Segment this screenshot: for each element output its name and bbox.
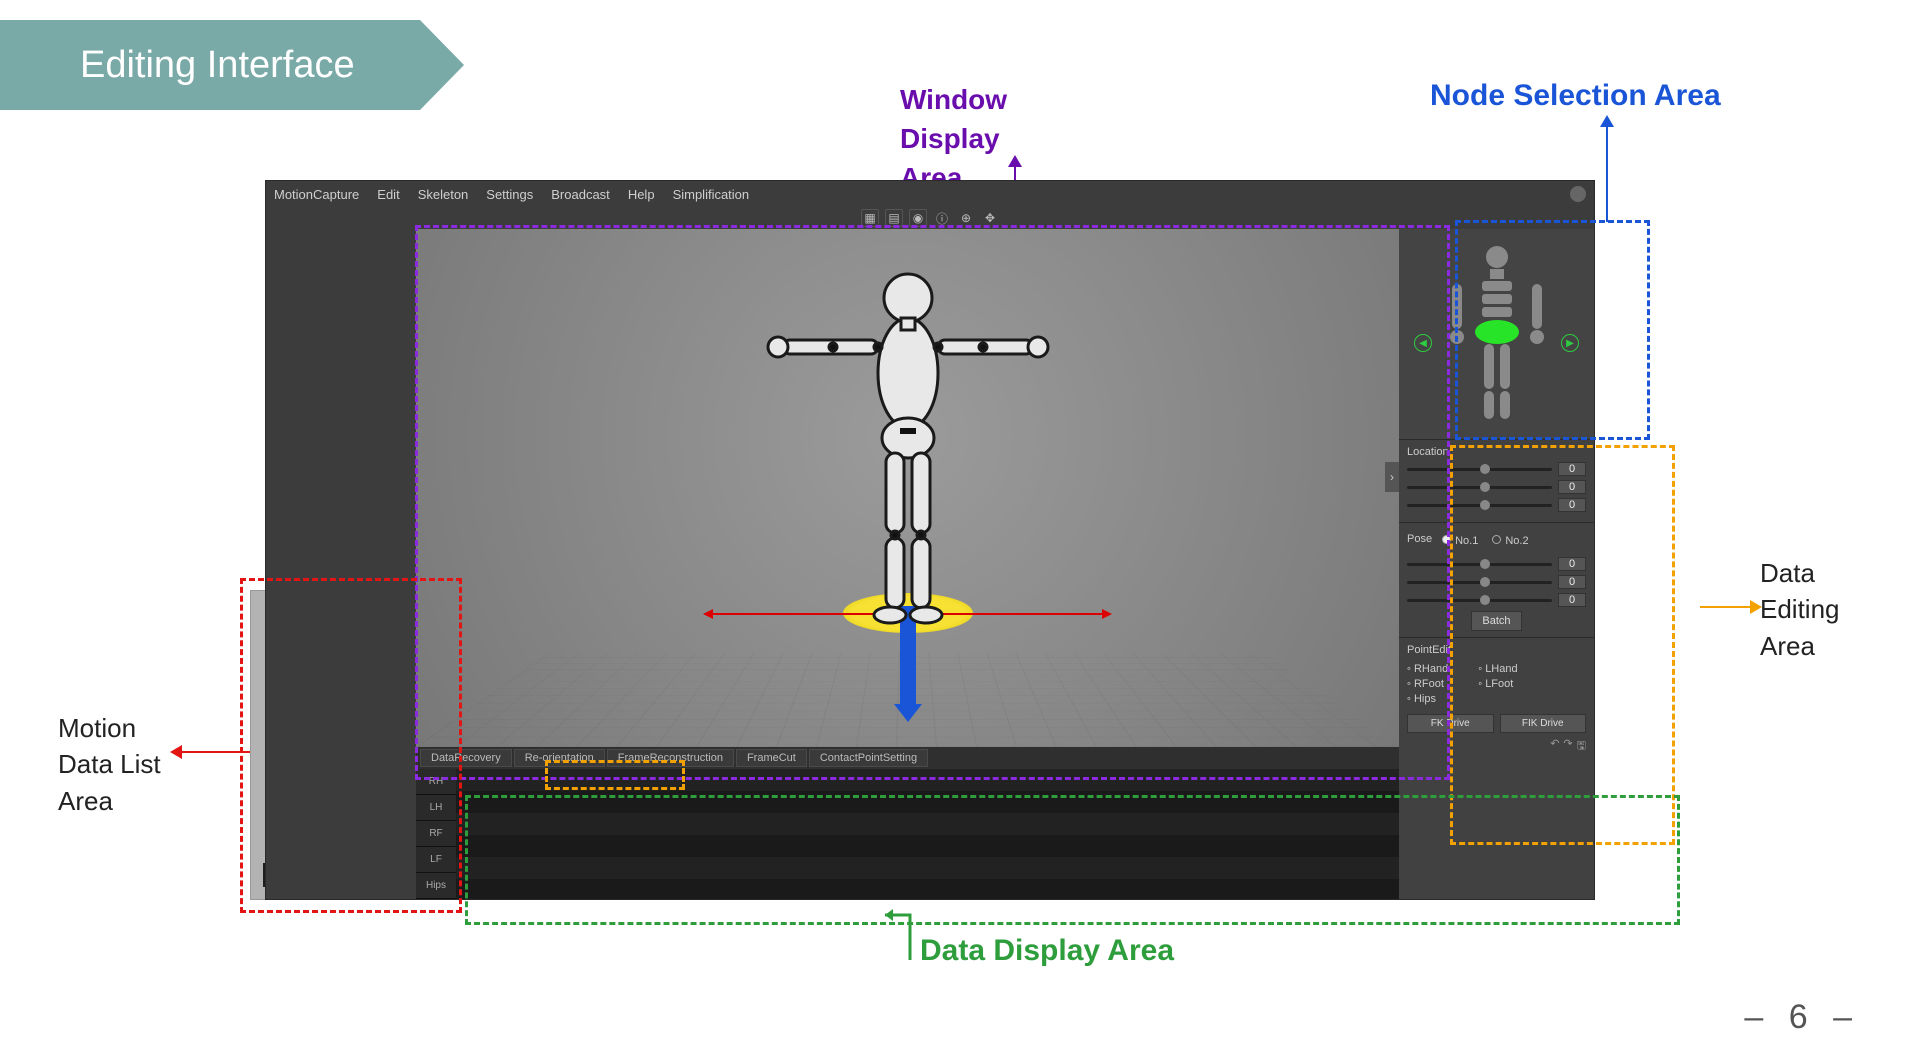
user-avatar-icon[interactable] bbox=[1570, 186, 1586, 202]
point-rfoot[interactable]: RFoot bbox=[1407, 678, 1448, 690]
menu-motioncapture[interactable]: MotionCapture bbox=[274, 187, 359, 202]
slide-title-banner: Editing Interface bbox=[0, 20, 420, 110]
node-selector[interactable]: ◀ ▶ bbox=[1399, 229, 1594, 439]
rotate-left-icon[interactable]: ◀ bbox=[1414, 334, 1432, 352]
menu-help[interactable]: Help bbox=[628, 187, 655, 202]
tab-framereconstruction[interactable]: FrameReconstruction bbox=[607, 749, 734, 767]
tab-framecut[interactable]: FrameCut bbox=[736, 749, 807, 767]
location-z-slider[interactable]: 0 bbox=[1407, 498, 1586, 512]
row-lf: LF bbox=[416, 847, 456, 873]
menu-simplification[interactable]: Simplification bbox=[673, 187, 750, 202]
fk-drive-button[interactable]: FK Drive bbox=[1407, 714, 1494, 733]
menu-settings[interactable]: Settings bbox=[486, 187, 533, 202]
slide-title: Editing Interface bbox=[80, 44, 355, 87]
callout-motion-data-list: Motion Data List Area bbox=[58, 710, 161, 819]
arrow-up-blue bbox=[1600, 115, 1614, 222]
menubar: MotionCapture Edit Skeleton Settings Bro… bbox=[266, 181, 1594, 207]
callout-data-display: Data Display Area bbox=[920, 930, 1174, 972]
target-icon[interactable]: ⊕ bbox=[957, 209, 975, 227]
row-rh: RH bbox=[416, 769, 456, 795]
undo-icon[interactable]: ↶ bbox=[1550, 737, 1559, 756]
rotate-right-icon[interactable]: ▶ bbox=[1561, 334, 1579, 352]
menu-edit[interactable]: Edit bbox=[377, 187, 399, 202]
panel-collapse-handle[interactable]: › bbox=[1385, 462, 1399, 492]
mannequin-tpose bbox=[728, 253, 1088, 633]
viewport-3d[interactable]: › bbox=[416, 229, 1399, 747]
viewport-toolbar: ▦ ▤ ◉ ⓘ ⊕ ✥ bbox=[266, 207, 1594, 229]
pose-z-slider[interactable]: 0 bbox=[1407, 593, 1586, 607]
row-lh: LH bbox=[416, 795, 456, 821]
left-column bbox=[266, 229, 416, 899]
menu-broadcast[interactable]: Broadcast bbox=[551, 187, 610, 202]
arrow-green-elbow bbox=[885, 905, 935, 970]
grid-icon[interactable]: ▦ bbox=[861, 209, 879, 227]
page-number: – 6 – bbox=[1744, 998, 1860, 1037]
right-panel: ◀ ▶ bbox=[1399, 229, 1594, 899]
panel-pointedit: PointEdit RHand RFoot Hips LHand LFoot F… bbox=[1399, 637, 1594, 762]
arrow-left-red bbox=[170, 745, 252, 759]
timeline-row-labels: RH LH RF LF Hips bbox=[416, 769, 456, 899]
layers-icon[interactable]: ▤ bbox=[885, 209, 903, 227]
timeline-tracks[interactable] bbox=[456, 769, 1399, 899]
fik-drive-button[interactable]: FIK Drive bbox=[1500, 714, 1587, 733]
pose-title: Pose bbox=[1407, 533, 1432, 545]
callout-node-selection: Node Selection Area bbox=[1430, 75, 1721, 117]
tab-datarecovery[interactable]: DataRecovery bbox=[420, 749, 512, 767]
timeline[interactable]: 120 120fps 1x ∞ ✂ ⏮ ◀◀ ◀ ▶ ▶▶ ⏭ RH LH RF… bbox=[416, 769, 1399, 899]
callout-data-editing: Data Editing Area bbox=[1760, 555, 1840, 664]
info-icon[interactable]: ⓘ bbox=[933, 209, 951, 227]
pose-radio-2[interactable]: No.2 bbox=[1492, 535, 1528, 547]
pointedit-title: PointEdit bbox=[1407, 644, 1586, 656]
pose-x-slider[interactable]: 0 bbox=[1407, 557, 1586, 571]
point-hips[interactable]: Hips bbox=[1407, 693, 1448, 705]
row-hips: Hips bbox=[416, 873, 456, 899]
location-y-slider[interactable]: 0 bbox=[1407, 480, 1586, 494]
tab-contactpointsetting[interactable]: ContactPointSetting bbox=[809, 749, 928, 767]
point-lhand[interactable]: LHand bbox=[1478, 663, 1517, 675]
pose-radio-1[interactable]: No.1 bbox=[1442, 535, 1478, 547]
menu-skeleton[interactable]: Skeleton bbox=[418, 187, 469, 202]
motion-capture-app: MotionCapture Edit Skeleton Settings Bro… bbox=[265, 180, 1595, 900]
row-rf: RF bbox=[416, 821, 456, 847]
panel-location: Location 0 0 0 bbox=[1399, 439, 1594, 522]
gizmo-icon[interactable]: ✥ bbox=[981, 209, 999, 227]
save-icon[interactable]: 🖫 bbox=[1577, 737, 1586, 756]
pose-y-slider[interactable]: 0 bbox=[1407, 575, 1586, 589]
tab-reorientation[interactable]: Re-orientation bbox=[514, 749, 605, 767]
camera-icon[interactable]: ◉ bbox=[909, 209, 927, 227]
arrow-right-orange bbox=[1700, 600, 1762, 614]
location-title: Location bbox=[1407, 446, 1586, 458]
point-rhand[interactable]: RHand bbox=[1407, 663, 1448, 675]
footer-tabs: DataRecovery Re-orientation FrameReconst… bbox=[416, 747, 1399, 769]
point-lfoot[interactable]: LFoot bbox=[1478, 678, 1517, 690]
batch-button[interactable]: Batch bbox=[1471, 611, 1521, 631]
panel-pose: Pose No.1 No.2 0 0 0 Batch bbox=[1399, 522, 1594, 637]
redo-icon[interactable]: ↷ bbox=[1563, 737, 1572, 756]
location-x-slider[interactable]: 0 bbox=[1407, 462, 1586, 476]
